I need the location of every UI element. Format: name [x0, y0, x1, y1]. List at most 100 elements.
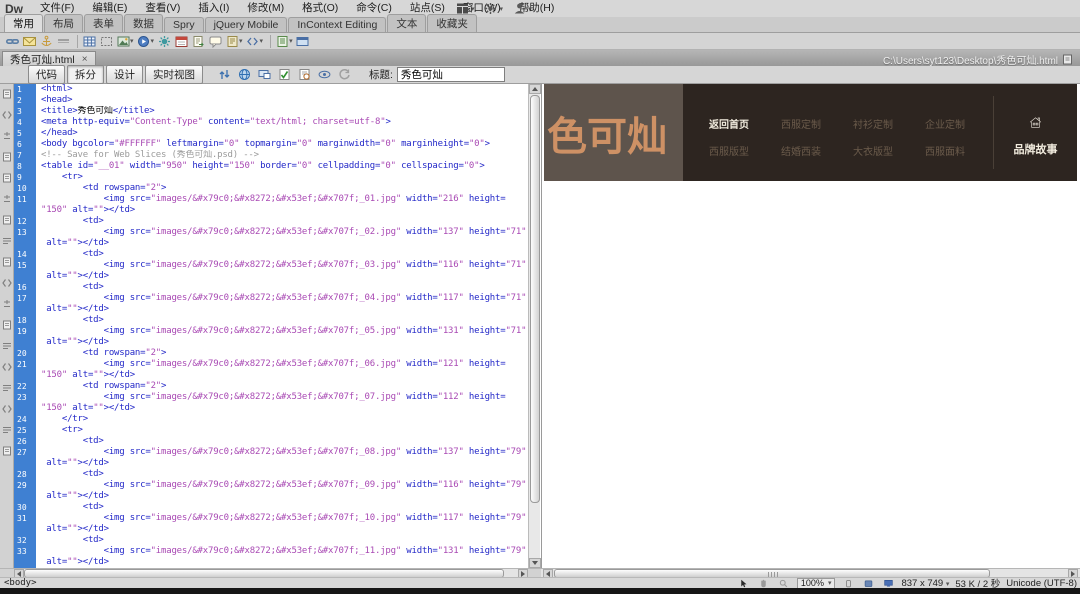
remove-comment-icon[interactable] [0, 318, 14, 332]
line-number: 16 [14, 282, 36, 293]
nav-link[interactable]: 西服版型 [708, 143, 750, 158]
line-number [14, 491, 36, 502]
code-line: 12 <td> [14, 216, 528, 227]
file-management-icon[interactable] [217, 68, 231, 82]
insert-tab[interactable]: 收藏夹 [427, 14, 477, 32]
tag-selector[interactable]: <body> [4, 578, 37, 588]
nav-link[interactable]: 西服定制 [780, 116, 822, 131]
tag-chooser-icon [246, 34, 260, 48]
menu-item[interactable]: 修改(M) [238, 0, 293, 17]
view-button-实时视图[interactable]: 实时视图 [145, 65, 203, 84]
view-button-代码[interactable]: 代码 [28, 65, 65, 84]
page-banner: 色可灿 返回首页 西服定制 衬衫定制 企业定制 西服版型 结婚西装 大衣版型 西服面料 品牌… [544, 84, 1077, 181]
menu-item[interactable]: 插入(I) [189, 0, 238, 17]
line-number [14, 304, 36, 315]
syntax-error-alerts-icon[interactable] [0, 276, 14, 290]
open-documents-icon[interactable] [0, 87, 14, 101]
line-number: 20 [14, 348, 36, 359]
line-number: 10 [14, 183, 36, 194]
widget-icon [157, 34, 171, 48]
line-numbers-icon[interactable] [0, 234, 14, 248]
insert-tab[interactable]: 表单 [84, 14, 123, 32]
insert-tab[interactable]: Spry [164, 17, 204, 32]
close-icon[interactable]: × [82, 54, 88, 65]
code-line: 17 <img src="images/&#x79c0;&#x8272;&#x5… [14, 293, 528, 304]
code-line: 1<html> [14, 84, 528, 95]
file-icon[interactable] [1060, 52, 1074, 66]
balance-braces-icon[interactable] [0, 213, 14, 227]
view-button-设计[interactable]: 设计 [106, 65, 143, 84]
indent-code-icon[interactable] [0, 402, 14, 416]
code-line: 11 <img src="images/&#x79c0;&#x8272;&#x5… [14, 194, 528, 205]
line-number [14, 557, 36, 568]
document-tab[interactable]: 秀色可灿.html × [2, 51, 96, 66]
insert-tab[interactable]: InContext Editing [288, 17, 386, 32]
nav-link[interactable]: 衬衫定制 [852, 116, 894, 131]
check-browser-compatibility-icon[interactable] [297, 68, 311, 82]
line-number: 6 [14, 139, 36, 150]
toolbar-separator [270, 35, 271, 48]
scrollbar-thumb[interactable] [530, 95, 540, 503]
apply-comment-icon[interactable] [0, 297, 14, 311]
format-source-code-icon[interactable] [0, 444, 14, 458]
show-code-navigator-icon[interactable] [0, 108, 14, 122]
insert-tab[interactable]: 布局 [44, 14, 83, 32]
code-view[interactable]: 1<html>2<head>3<title>秀色可灿</title>4<meta… [14, 84, 528, 568]
window-size-select[interactable]: 837 x 749 ▾ [901, 578, 949, 589]
hyperlink-icon [5, 34, 19, 48]
file-path: C:\Users\syt123\Desktop\秀色可灿.html [883, 52, 1058, 67]
brand-story-link[interactable]: 品牌故事 [994, 84, 1077, 181]
line-number: 23 [14, 392, 36, 403]
preview-in-browser-icon[interactable] [237, 68, 251, 82]
visual-aids-icon[interactable] [317, 68, 331, 82]
menu-item[interactable]: 格式(O) [293, 0, 347, 17]
dropdown-arrow-icon: ▾ [500, 5, 504, 13]
code-vertical-scrollbar[interactable] [528, 84, 540, 568]
site-logo-block[interactable]: 色可灿 [544, 84, 683, 181]
outdent-code-icon[interactable] [0, 423, 14, 437]
recent-snippets-icon[interactable] [0, 360, 14, 374]
code-line: 19 <img src="images/&#x79c0;&#x8272;&#x5… [14, 326, 528, 337]
w3c-validation-icon[interactable] [277, 68, 291, 82]
nav-row-1: 返回首页 西服定制 衬衫定制 企业定制 [708, 116, 966, 131]
magnification-select[interactable]: 100%▾ [797, 578, 836, 589]
scroll-down-arrow[interactable] [529, 558, 541, 568]
highlight-invalid-code-icon[interactable] [0, 255, 14, 269]
code-line: 26 <td> [14, 436, 528, 447]
line-number: 11 [14, 194, 36, 205]
collapse-full-tag-icon[interactable] [0, 129, 14, 143]
code-line: 33 <img src="images/&#x79c0;&#x8272;&#x5… [14, 546, 528, 557]
multiscreen-icon[interactable] [257, 68, 271, 82]
wrap-tag-icon[interactable] [0, 339, 14, 353]
code-line: 20 <td rowspan="2"> [14, 348, 528, 359]
line-number: 21 [14, 359, 36, 370]
insert-tab[interactable]: 文本 [387, 14, 426, 32]
insert-tab[interactable]: 数据 [124, 14, 163, 32]
design-view: 色可灿 返回首页 西服定制 衬衫定制 企业定制 西服版型 结婚西装 大衣版型 西服面料 品牌… [541, 84, 1080, 568]
date-icon [174, 34, 188, 48]
nav-link[interactable]: 大衣版型 [852, 143, 894, 158]
insert-tab[interactable]: jQuery Mobile [205, 17, 288, 32]
scroll-up-arrow[interactable] [529, 84, 541, 94]
line-number: 8 [14, 161, 36, 172]
nav-link[interactable]: 结婚西装 [780, 143, 822, 158]
document-title-input[interactable] [397, 67, 505, 82]
nav-link[interactable]: 企业定制 [924, 116, 966, 131]
code-line: 32 <td> [14, 535, 528, 546]
move-css-icon[interactable] [0, 381, 14, 395]
insert-tab[interactable]: 常用 [4, 14, 43, 32]
line-number [14, 458, 36, 469]
line-number: 29 [14, 480, 36, 491]
select-parent-tag-icon[interactable] [0, 192, 14, 206]
line-number: 3 [14, 106, 36, 117]
expand-all-icon[interactable] [0, 171, 14, 185]
dropdown-arrow-icon: ▾ [130, 37, 134, 45]
line-number: 15 [14, 260, 36, 271]
nav-link[interactable]: 返回首页 [708, 116, 750, 131]
collapse-selection-icon[interactable] [0, 150, 14, 164]
view-button-拆分[interactable]: 拆分 [67, 65, 104, 84]
line-number: 33 [14, 546, 36, 557]
nav-link[interactable]: 西服面料 [924, 143, 966, 158]
refresh-icon[interactable] [337, 68, 351, 82]
code-line: 9 <tr> [14, 172, 528, 183]
